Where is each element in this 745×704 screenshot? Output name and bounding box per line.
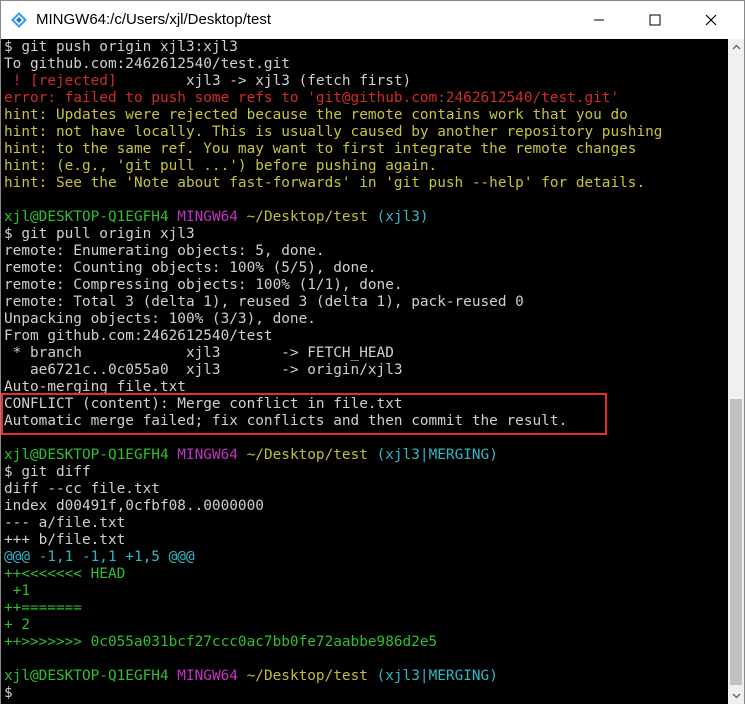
diff-added-line: ++>>>>>>> 0c055a031bcf27ccc0ac7bb0fe72aa… — [4, 634, 438, 650]
terminal-line: From github.com:2462612540/test — [4, 328, 273, 344]
diff-added-line: +1 — [4, 583, 30, 599]
minimize-icon — [594, 19, 604, 21]
diff-header: +++ b/file.txt — [4, 532, 126, 548]
chevron-up-icon — [732, 44, 740, 50]
diff-header: diff --cc file.txt — [4, 481, 160, 497]
diff-added-line: ++======= — [4, 600, 82, 616]
prompt-user: xjl@DESKTOP-Q1EGFH4 — [4, 447, 169, 463]
hint-line: hint: to the same ref. You may want to f… — [4, 141, 637, 157]
scroll-down-button[interactable] — [728, 688, 744, 704]
diff-header: --- a/file.txt — [4, 515, 126, 531]
terminal-window: MINGW64:/c/Users/xjl/Desktop/test $ git … — [0, 0, 745, 704]
command-input-line[interactable]: $ — [4, 685, 13, 702]
prompt-user: xjl@DESKTOP-Q1EGFH4 — [4, 209, 169, 225]
scrollbar-thumb[interactable] — [730, 399, 742, 685]
shell-prompt: xjl@DESKTOP-Q1EGFH4 MINGW64 ~/Desktop/te… — [4, 209, 429, 226]
error-line: error: failed to push some refs to 'git@… — [4, 90, 620, 106]
terminal-line: * branch xjl3 -> FETCH_HEAD — [4, 345, 394, 361]
vertical-scrollbar[interactable] — [728, 39, 744, 704]
prompt-system: MINGW64 — [177, 668, 238, 684]
terminal-line: To github.com:2462612540/test.git — [4, 56, 290, 72]
terminal-line: remote: Total 3 (delta 1), reused 3 (del… — [4, 294, 524, 310]
prompt-branch: (xjl3|MERGING) — [376, 447, 498, 463]
minimize-button[interactable] — [576, 1, 622, 39]
hint-line: hint: See the 'Note about fast-forwards'… — [4, 175, 646, 191]
terminal-line: $ git push origin xjl3:xjl3 — [4, 39, 238, 55]
hint-line: hint: (e.g., 'git pull ...') before push… — [4, 158, 438, 174]
terminal-line: remote: Enumerating objects: 5, done. — [4, 243, 325, 259]
window-title: MINGW64:/c/Users/xjl/Desktop/test — [36, 11, 272, 28]
prompt-path: ~/Desktop/test — [246, 668, 368, 684]
terminal-line: remote: Compressing objects: 100% (1/1),… — [4, 277, 403, 293]
hint-line: hint: not have locally. This is usually … — [4, 124, 663, 140]
rejected-label: ! [rejected] — [4, 73, 117, 89]
prompt-system: MINGW64 — [177, 447, 238, 463]
maximize-icon — [649, 14, 661, 26]
shell-prompt: xjl@DESKTOP-Q1EGFH4 MINGW64 ~/Desktop/te… — [4, 447, 498, 464]
prompt-path: ~/Desktop/test — [246, 209, 368, 225]
terminal-line: $ git diff — [4, 464, 91, 480]
mingw-app-icon[interactable] — [10, 11, 28, 29]
diff-header: index d00491f,0cfbf08..0000000 — [4, 498, 264, 514]
terminal-output[interactable]: $ git push origin xjl3:xjl3 To github.co… — [1, 39, 728, 704]
prompt-path: ~/Desktop/test — [246, 447, 368, 463]
diff-added-line: ++<<<<<<< HEAD — [4, 566, 126, 582]
terminal-line: ae6721c..0c055a0 xjl3 -> origin/xjl3 — [4, 362, 403, 378]
chevron-down-icon — [732, 693, 740, 699]
close-icon — [705, 14, 717, 26]
hint-line: hint: Updates were rejected because the … — [4, 107, 628, 123]
close-button[interactable] — [688, 1, 734, 39]
prompt-system: MINGW64 — [177, 209, 238, 225]
prompt-branch: (xjl3|MERGING) — [376, 668, 498, 684]
maximize-button[interactable] — [632, 1, 678, 39]
prompt-branch: (xjl3) — [376, 209, 429, 225]
scroll-up-button[interactable] — [728, 39, 744, 55]
rejected-detail: xjl3 -> xjl3 (fetch first) — [116, 73, 412, 89]
title-bar[interactable]: MINGW64:/c/Users/xjl/Desktop/test — [1, 1, 744, 39]
conflict-highlight-box — [1, 393, 607, 435]
shell-prompt: xjl@DESKTOP-Q1EGFH4 MINGW64 ~/Desktop/te… — [4, 668, 498, 685]
diff-hunk-header: @@@ -1,1 -1,1 +1,5 @@@ — [4, 549, 195, 565]
terminal-line: remote: Counting objects: 100% (5/5), do… — [4, 260, 377, 276]
prompt-user: xjl@DESKTOP-Q1EGFH4 — [4, 668, 169, 684]
diff-added-line: + 2 — [4, 617, 30, 633]
terminal-line: $ git pull origin xjl3 — [4, 226, 195, 242]
terminal-line: Unpacking objects: 100% (3/3), done. — [4, 311, 316, 327]
terminal-line: ! [rejected] xjl3 -> xjl3 (fetch first) — [4, 73, 412, 90]
